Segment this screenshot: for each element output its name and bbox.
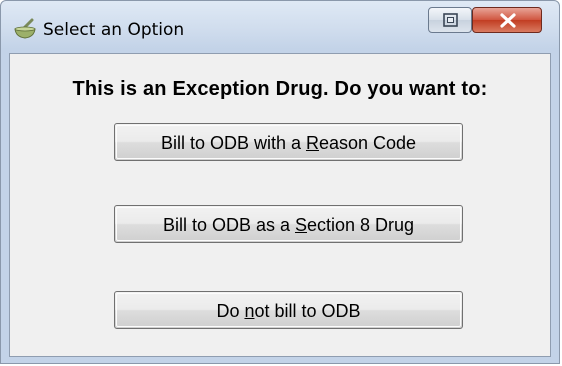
option-label-prefix: Bill to ODB as a (162, 215, 295, 235)
option-label-suffix: ection 8 Drug (307, 215, 415, 235)
close-button[interactable] (472, 7, 542, 33)
do-not-bill-odb-button[interactable]: Do not bill to ODB (114, 291, 463, 329)
restore-button[interactable] (428, 7, 472, 33)
access-key: R (305, 133, 319, 153)
window-title: Select an Option (43, 20, 185, 40)
option-label-suffix: eason Code (318, 133, 417, 153)
bill-odb-reason-code-button[interactable]: Bill to ODB with a Reason Code (114, 123, 463, 161)
bill-odb-section-8-button[interactable]: Bill to ODB as a Section 8 Drug (114, 205, 463, 243)
prompt-text: This is an Exception Drug. Do you want t… (72, 78, 488, 100)
option-label-prefix: Bill to ODB with a (160, 133, 306, 153)
option-label-suffix: ot bill to ODB (254, 301, 361, 321)
access-key: S (294, 215, 307, 235)
mortar-pestle-icon (13, 18, 37, 40)
dialog-window: Select an Option This is an Exception Dr… (0, 0, 560, 364)
option-label-prefix: Do (216, 301, 245, 321)
title-bar[interactable]: Select an Option (1, 1, 559, 53)
dialog-client-area: This is an Exception Drug. Do you want t… (9, 53, 551, 357)
access-key: n (244, 301, 255, 321)
